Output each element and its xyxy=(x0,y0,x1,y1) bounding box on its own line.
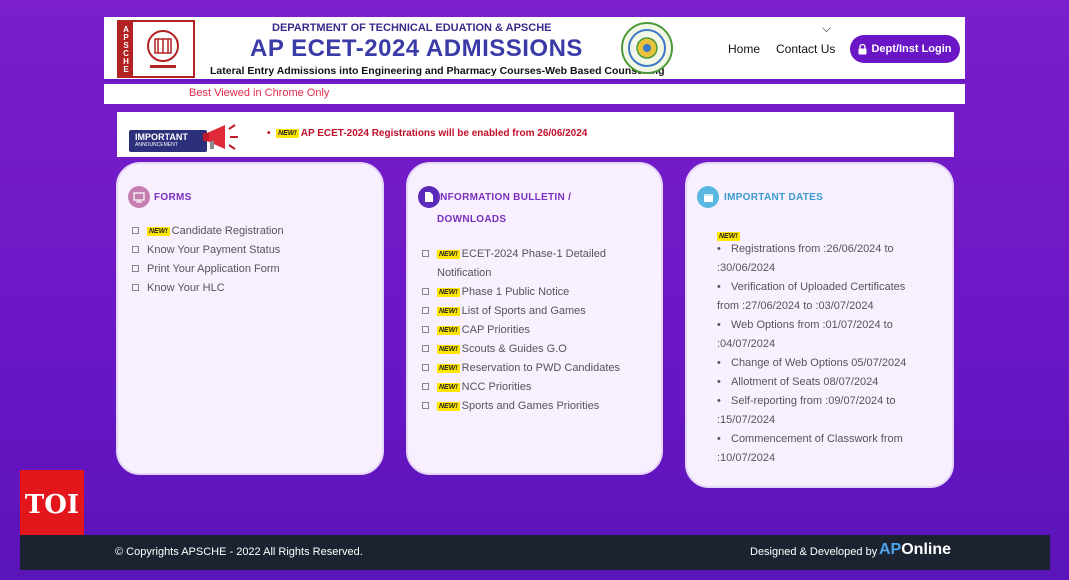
apsche-logo: APSCHE xyxy=(117,20,195,78)
department-title: DEPARTMENT OF TECHNICAL EDUATION & APSCH… xyxy=(272,22,552,34)
nav-contact-link[interactable]: Contact Us xyxy=(776,42,835,56)
date-item-classwork: • Commencement of Classwork from:10/07/20… xyxy=(717,433,903,464)
page-subtitle: Lateral Entry Admissions into Engineerin… xyxy=(210,65,665,77)
announcement-item[interactable]: • NEW! AP ECET-2024 Registrations will be… xyxy=(267,128,587,139)
emblem-icon xyxy=(133,24,193,74)
forms-item-print-application[interactable]: Print Your Application Form xyxy=(132,260,284,279)
badge-subtitle: ANNOUNCEMENT xyxy=(135,142,178,148)
new-badge: NEW! xyxy=(147,227,170,236)
forms-item-payment-status[interactable]: Know Your Payment Status xyxy=(132,241,284,260)
date-item-self-reporting: • Self-reporting from :09/07/2024 to:15/0… xyxy=(717,395,896,426)
lock-icon xyxy=(858,43,867,54)
info-item-sports-list[interactable]: NEW! List of Sports and Games xyxy=(422,302,620,321)
new-badge: NEW! xyxy=(437,288,460,297)
important-announcement-badge: IMPORTANT ANNOUNCEMENT xyxy=(129,130,207,152)
info-item-public-notice[interactable]: NEW! Phase 1 Public Notice xyxy=(422,283,620,302)
date-item-verification: • Verification of Uploaded Certificates fr… xyxy=(717,281,906,312)
forms-item-know-hlc[interactable]: Know Your HLC xyxy=(132,279,284,298)
important-dates-card: IMPORTANT DATES NEW! • Registrations from… xyxy=(685,162,954,488)
bullet-icon xyxy=(132,265,139,272)
bullet-icon xyxy=(132,284,139,291)
dept-inst-login-button[interactable]: Dept/Inst Login xyxy=(850,35,960,63)
page-title: AP ECET-2024 ADMISSIONS xyxy=(250,35,583,62)
megaphone-icon xyxy=(203,124,238,150)
date-item-change-web-options: • Change of Web Options 05/07/2024 xyxy=(717,357,907,369)
new-badge: NEW! xyxy=(437,326,460,335)
info-item-ncc-priorities[interactable]: NEW! NCC Priorities xyxy=(422,378,620,397)
footer-designed-by: Designed & Developed by xyxy=(750,546,878,558)
bullet-icon xyxy=(422,364,429,371)
info-bulletin-title-line2: DOWNLOADS xyxy=(437,214,507,225)
new-badge: NEW! xyxy=(437,345,460,354)
bullet-icon xyxy=(422,307,429,314)
monitor-icon xyxy=(128,186,150,208)
info-item-pwd-reservation[interactable]: NEW! Reservation to PWD Candidates xyxy=(422,359,620,378)
nav-home-link[interactable]: Home xyxy=(728,42,760,56)
logo-side-text: APSCHE xyxy=(119,22,133,76)
new-badge: NEW! xyxy=(437,402,460,411)
site-footer: © Copyrights APSCHE - 2022 All Rights Re… xyxy=(20,535,1050,570)
bullet-icon xyxy=(422,345,429,352)
date-item-web-options: • Web Options from :01/07/2024 to:04/07/2… xyxy=(717,319,893,350)
forms-item-candidate-registration[interactable]: NEW! Candidate Registration xyxy=(132,222,284,241)
aponline-logo[interactable]: APOnline xyxy=(879,541,951,559)
badge-title: IMPORTANT xyxy=(135,132,188,142)
forms-card: FORMS NEW! Candidate Registration Know Yo… xyxy=(116,162,384,475)
forms-title: FORMS xyxy=(154,192,192,203)
bullet-icon xyxy=(132,227,139,234)
info-bulletin-card: INFORMATION BULLETIN / DOWNLOADS NEW! ECE… xyxy=(406,162,663,475)
info-item-scouts-guides[interactable]: NEW! Scouts & Guides G.O xyxy=(422,340,620,359)
toi-logo: TOI xyxy=(20,470,84,540)
bullet-icon xyxy=(132,246,139,253)
bullet-icon xyxy=(422,402,429,409)
new-badge: NEW! xyxy=(437,364,460,373)
site-header: APSCHE DEPARTMENT OF TECHNICAL EDUATION … xyxy=(104,17,965,82)
ap-state-seal-icon xyxy=(621,22,673,74)
info-bulletin-title: INFORMATION BULLETIN / xyxy=(437,192,572,203)
announcement-text: AP ECET-2024 Registrations will be enabl… xyxy=(300,128,588,139)
browser-notice-text: Best Viewed in Chrome Only xyxy=(189,87,330,99)
chevron-down-icon[interactable]: ⌵ xyxy=(822,21,831,36)
info-item-phase1-notification[interactable]: NEW! ECET-2024 Phase-1 Detailed Notificati… xyxy=(422,245,620,283)
info-item-sports-priorities[interactable]: NEW! Sports and Games Priorities xyxy=(422,397,620,416)
bullet-icon xyxy=(422,383,429,390)
footer-copyright: © Copyrights APSCHE - 2022 All Rights Re… xyxy=(115,546,363,558)
forms-list: NEW! Candidate Registration Know Your Pay… xyxy=(132,222,284,298)
announcement-bar: IMPORTANT ANNOUNCEMENT • NEW! AP ECET-202… xyxy=(117,112,954,157)
calendar-icon xyxy=(697,186,719,208)
new-badge: NEW! xyxy=(437,383,460,392)
important-dates-title: IMPORTANT DATES xyxy=(724,192,824,203)
info-item-cap-priorities[interactable]: NEW! CAP Priorities xyxy=(422,321,620,340)
new-badge: NEW! xyxy=(437,307,460,316)
date-item-registrations: • Registrations from :26/06/2024 to:30/06… xyxy=(717,243,894,274)
browser-notice-bar: Best Viewed in Chrome Only xyxy=(104,84,965,104)
info-bulletin-list: NEW! ECET-2024 Phase-1 Detailed Notificati… xyxy=(422,245,620,416)
date-item-allotment: • Allotment of Seats 08/07/2024 xyxy=(717,376,879,388)
login-label: Dept/Inst Login xyxy=(871,43,952,55)
important-dates-list: • Registrations from :26/06/2024 to:30/06… xyxy=(717,240,906,468)
bullet-icon xyxy=(422,250,429,257)
bullet-icon xyxy=(422,288,429,295)
bullet-icon xyxy=(422,326,429,333)
new-badge: NEW! xyxy=(437,250,460,259)
new-badge: NEW! xyxy=(276,129,299,138)
